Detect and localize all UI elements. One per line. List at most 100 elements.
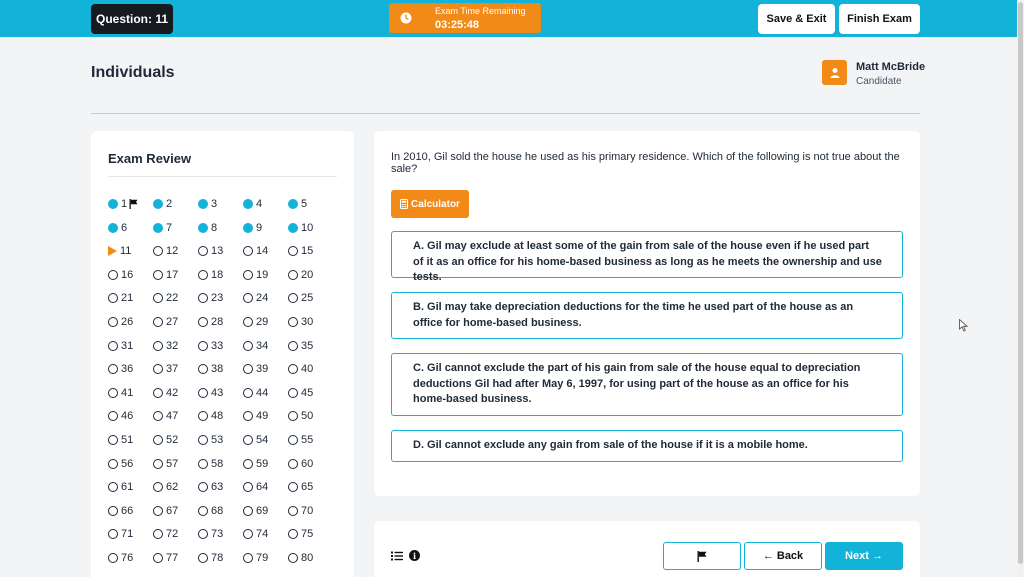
question-nav-item[interactable]: 8: [198, 220, 243, 236]
question-nav-item[interactable]: 28: [198, 314, 243, 330]
question-nav-item[interactable]: 39: [243, 361, 288, 377]
question-nav-item[interactable]: 59: [243, 456, 288, 472]
question-nav-number: 45: [301, 386, 314, 399]
info-icon[interactable]: i: [409, 550, 420, 561]
question-nav-item[interactable]: 18: [198, 267, 243, 283]
question-nav-item[interactable]: 12: [153, 243, 198, 259]
question-nav-item[interactable]: 2: [153, 196, 198, 212]
question-nav-item[interactable]: 62: [153, 479, 198, 495]
question-nav-item[interactable]: 45: [288, 385, 333, 401]
question-nav-item[interactable]: 4: [243, 196, 288, 212]
question-nav-item[interactable]: 53: [198, 432, 243, 448]
question-nav-item[interactable]: 57: [153, 456, 198, 472]
question-nav-item[interactable]: 60: [288, 456, 333, 472]
question-nav-item[interactable]: 21: [108, 290, 153, 306]
question-nav-item[interactable]: 52: [153, 432, 198, 448]
question-nav-item[interactable]: 42: [153, 385, 198, 401]
question-nav-item[interactable]: 77: [153, 550, 198, 566]
question-nav-item[interactable]: 71: [108, 526, 153, 542]
question-nav-item[interactable]: 16: [108, 267, 153, 283]
question-nav-item[interactable]: 54: [243, 432, 288, 448]
question-nav-item[interactable]: 34: [243, 338, 288, 354]
answer-option-d[interactable]: D. Gil cannot exclude any gain from sale…: [391, 430, 903, 462]
question-nav-item[interactable]: 19: [243, 267, 288, 283]
unanswered-circle-icon: [153, 505, 163, 516]
question-nav-item[interactable]: 24: [243, 290, 288, 306]
question-nav-item[interactable]: 80: [288, 550, 333, 566]
question-nav-item[interactable]: 23: [198, 290, 243, 306]
question-nav-item[interactable]: 79: [243, 550, 288, 566]
question-nav-item[interactable]: 15: [288, 243, 333, 259]
question-nav-item[interactable]: 33: [198, 338, 243, 354]
question-nav-item[interactable]: 55: [288, 432, 333, 448]
next-button[interactable]: Next →: [825, 542, 903, 570]
question-nav-item[interactable]: 25: [288, 290, 333, 306]
question-nav-item[interactable]: 48: [198, 408, 243, 424]
question-nav-item[interactable]: 58: [198, 456, 243, 472]
back-button[interactable]: ← Back: [744, 542, 822, 570]
question-nav-item[interactable]: 3: [198, 196, 243, 212]
question-nav-item[interactable]: 20: [288, 267, 333, 283]
question-nav-item[interactable]: 56: [108, 456, 153, 472]
question-nav-item[interactable]: 10: [288, 220, 333, 236]
finish-exam-button[interactable]: Finish Exam: [839, 4, 920, 34]
question-nav-item[interactable]: 47: [153, 408, 198, 424]
question-nav-item[interactable]: 73: [198, 526, 243, 542]
answer-option-b[interactable]: B. Gil may take depreciation deductions …: [391, 292, 903, 339]
question-nav-item[interactable]: 26: [108, 314, 153, 330]
question-nav-item[interactable]: 76: [108, 550, 153, 566]
question-nav-item[interactable]: 31: [108, 338, 153, 354]
question-nav-item[interactable]: 75: [288, 526, 333, 542]
question-nav-number: 7: [166, 221, 173, 234]
answer-option-a[interactable]: A. Gil may exclude at least some of the …: [391, 231, 903, 283]
question-nav-item[interactable]: 70: [288, 503, 333, 519]
question-nav-item[interactable]: 7: [153, 220, 198, 236]
question-nav-item[interactable]: 49: [243, 408, 288, 424]
question-nav-item[interactable]: 51: [108, 432, 153, 448]
question-nav-item[interactable]: 67: [153, 503, 198, 519]
question-nav-item[interactable]: 35: [288, 338, 333, 354]
question-nav-item[interactable]: 50: [288, 408, 333, 424]
question-nav-item[interactable]: 30: [288, 314, 333, 330]
question-nav-item[interactable]: 63: [198, 479, 243, 495]
page-scrollbar[interactable]: [1017, 0, 1024, 577]
answer-option-c[interactable]: C. Gil cannot exclude the part of his ga…: [391, 353, 903, 416]
question-nav-item[interactable]: 69: [243, 503, 288, 519]
question-nav-item[interactable]: 6: [108, 220, 153, 236]
question-nav-item[interactable]: 38: [198, 361, 243, 377]
question-nav-item[interactable]: 46: [108, 408, 153, 424]
question-nav-item[interactable]: 9: [243, 220, 288, 236]
flag-question-button[interactable]: [663, 542, 741, 570]
question-nav-item[interactable]: 37: [153, 361, 198, 377]
question-nav-item[interactable]: 64: [243, 479, 288, 495]
question-nav-item[interactable]: 5: [288, 196, 333, 212]
scrollbar-thumb[interactable]: [1018, 2, 1023, 564]
question-nav-item[interactable]: 29: [243, 314, 288, 330]
question-nav-item[interactable]: 1: [108, 196, 153, 212]
question-nav-item[interactable]: 13: [198, 243, 243, 259]
question-nav-item[interactable]: 14: [243, 243, 288, 259]
question-nav-item[interactable]: 36: [108, 361, 153, 377]
question-nav-item[interactable]: 66: [108, 503, 153, 519]
question-nav-item[interactable]: 44: [243, 385, 288, 401]
question-nav-item[interactable]: 74: [243, 526, 288, 542]
question-nav-number: 66: [121, 504, 134, 517]
question-nav-item[interactable]: 68: [198, 503, 243, 519]
question-nav-item[interactable]: 43: [198, 385, 243, 401]
question-nav-item[interactable]: 32: [153, 338, 198, 354]
question-nav-item[interactable]: 41: [108, 385, 153, 401]
question-nav-item[interactable]: 27: [153, 314, 198, 330]
question-nav-item[interactable]: 40: [288, 361, 333, 377]
question-nav-item[interactable]: 22: [153, 290, 198, 306]
question-nav-item[interactable]: 78: [198, 550, 243, 566]
calculator-button[interactable]: Calculator: [391, 190, 469, 218]
question-nav-item[interactable]: 11: [108, 243, 153, 259]
question-nav-item[interactable]: 61: [108, 479, 153, 495]
list-icon[interactable]: [391, 551, 403, 561]
question-nav-number: 6: [121, 221, 128, 234]
top-bar: Question: 11 Exam Time Remaining 03:25:4…: [0, 0, 1017, 37]
question-nav-item[interactable]: 72: [153, 526, 198, 542]
question-nav-item[interactable]: 65: [288, 479, 333, 495]
question-nav-item[interactable]: 17: [153, 267, 198, 283]
save-exit-button[interactable]: Save & Exit: [758, 4, 835, 34]
